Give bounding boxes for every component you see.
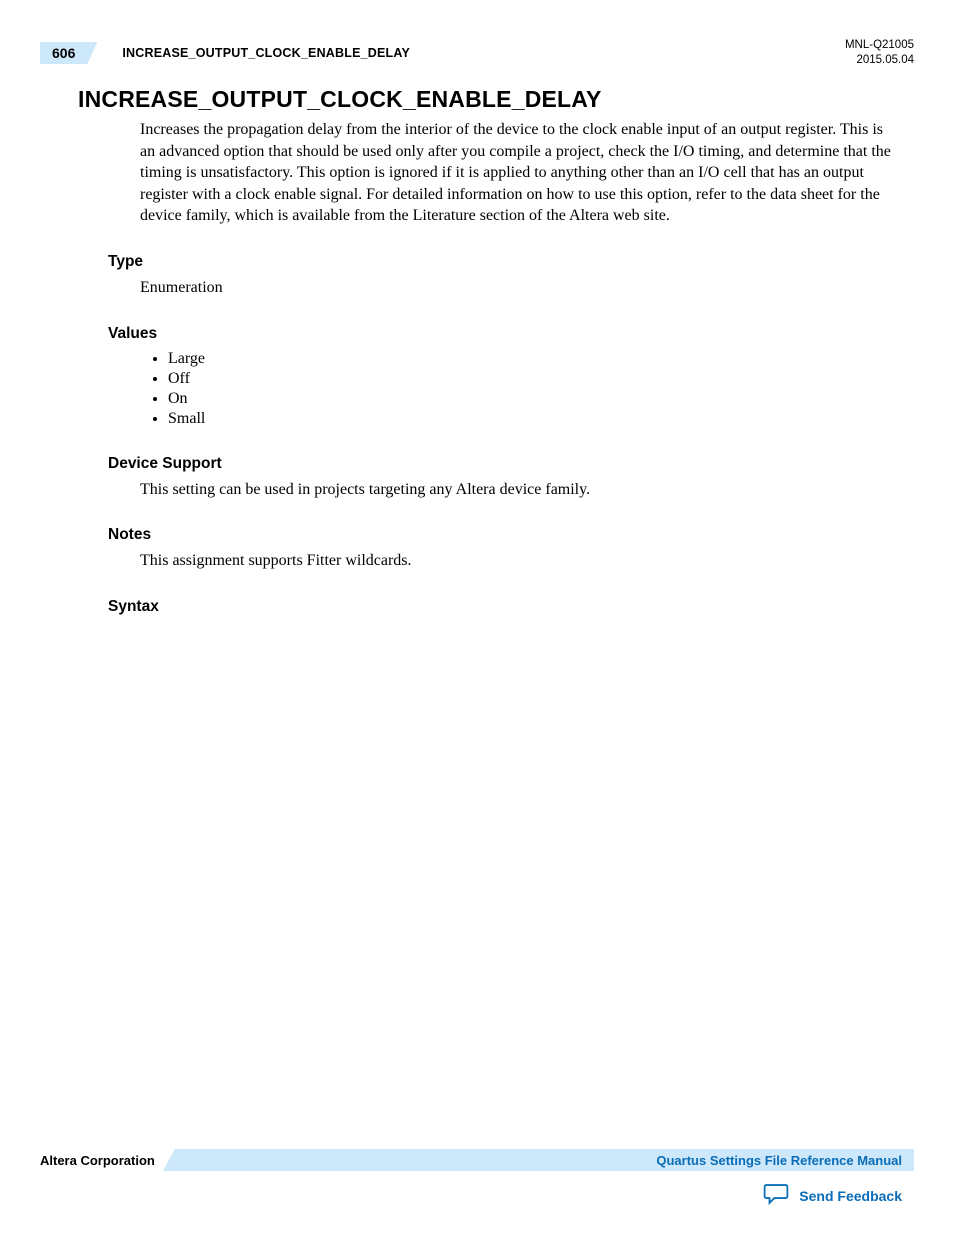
section-body-notes: This assignment supports Fitter wildcard… [140, 550, 902, 572]
doc-id: MNL-Q21005 [845, 38, 914, 53]
section-head-device-support: Device Support [108, 455, 902, 473]
doc-date: 2015.05.04 [845, 53, 914, 68]
page-title: INCREASE_OUTPUT_CLOCK_ENABLE_DELAY [78, 86, 902, 113]
intro-paragraph: Increases the propagation delay from the… [140, 119, 902, 227]
footer-ribbon: Quartus Settings File Reference Manual [163, 1149, 914, 1171]
speech-bubble-icon [763, 1182, 789, 1209]
header-right: MNL-Q21005 2015.05.04 [845, 38, 914, 68]
section-body-device-support: This setting can be used in projects tar… [140, 479, 902, 501]
manual-title-link[interactable]: Quartus Settings File Reference Manual [656, 1153, 902, 1168]
section-head-syntax: Syntax [108, 598, 902, 616]
section-body-type: Enumeration [140, 277, 902, 299]
list-item: Off [168, 369, 902, 389]
page-footer: Altera Corporation Quartus Settings File… [40, 1149, 914, 1171]
section-head-notes: Notes [108, 526, 902, 544]
section-head-values: Values [108, 325, 902, 343]
send-feedback-label: Send Feedback [799, 1188, 902, 1204]
footer-bar: Altera Corporation Quartus Settings File… [40, 1149, 914, 1171]
header-left: 606 INCREASE_OUTPUT_CLOCK_ENABLE_DELAY [40, 42, 410, 64]
send-feedback-link[interactable]: Send Feedback [763, 1182, 902, 1209]
values-list: Large Off On Small [168, 349, 902, 429]
list-item: Small [168, 409, 902, 429]
running-title: INCREASE_OUTPUT_CLOCK_ENABLE_DELAY [122, 46, 410, 60]
content: INCREASE_OUTPUT_CLOCK_ENABLE_DELAY Incre… [78, 86, 902, 622]
page-number-chip: 606 [40, 42, 97, 64]
corporation-name: Altera Corporation [40, 1153, 155, 1168]
page-header: 606 INCREASE_OUTPUT_CLOCK_ENABLE_DELAY M… [40, 38, 914, 68]
list-item: On [168, 389, 902, 409]
list-item: Large [168, 349, 902, 369]
section-head-type: Type [108, 253, 902, 271]
